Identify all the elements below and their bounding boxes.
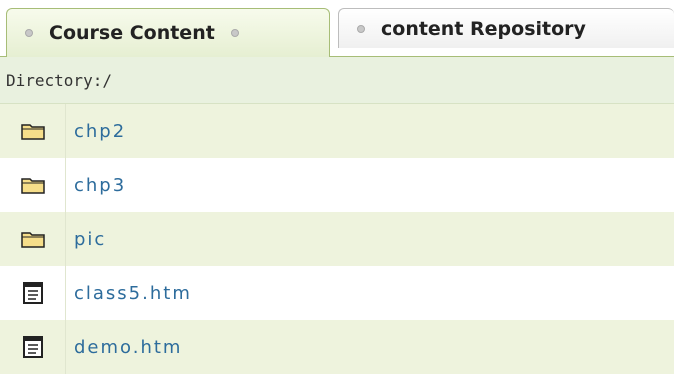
folder-icon: [0, 212, 66, 266]
folder-icon: [0, 158, 66, 212]
list-item[interactable]: chp3: [0, 158, 674, 212]
entry-link[interactable]: demo.htm: [74, 337, 182, 358]
file-icon: [0, 266, 66, 320]
list-item[interactable]: class5.htm: [0, 266, 674, 320]
tab-label: Course Content: [49, 22, 215, 44]
entry-link[interactable]: class5.htm: [74, 283, 192, 304]
entry-link[interactable]: chp2: [74, 121, 126, 142]
tab-content-repository[interactable]: content Repository: [338, 8, 674, 48]
directory-path: Directory:/: [0, 57, 674, 104]
tab-bar: Course Content content Repository: [0, 0, 674, 57]
list-item[interactable]: demo.htm: [0, 320, 674, 374]
file-list: chp2 chp3 pic class5.htm demo.htm: [0, 104, 674, 374]
entry-link[interactable]: chp3: [74, 175, 126, 196]
file-icon: [0, 320, 66, 374]
tab-bullet-icon: [230, 29, 239, 37]
folder-icon: [0, 104, 66, 158]
tab-label: content Repository: [381, 17, 586, 40]
directory-label: Directory:/: [6, 70, 112, 90]
tab-bullet-icon: [25, 29, 33, 37]
list-item[interactable]: pic: [0, 212, 674, 266]
entry-link[interactable]: pic: [74, 229, 106, 250]
list-item[interactable]: chp2: [0, 104, 674, 158]
tab-course-content[interactable]: Course Content: [6, 8, 330, 57]
tab-bullet-icon: [357, 24, 365, 33]
